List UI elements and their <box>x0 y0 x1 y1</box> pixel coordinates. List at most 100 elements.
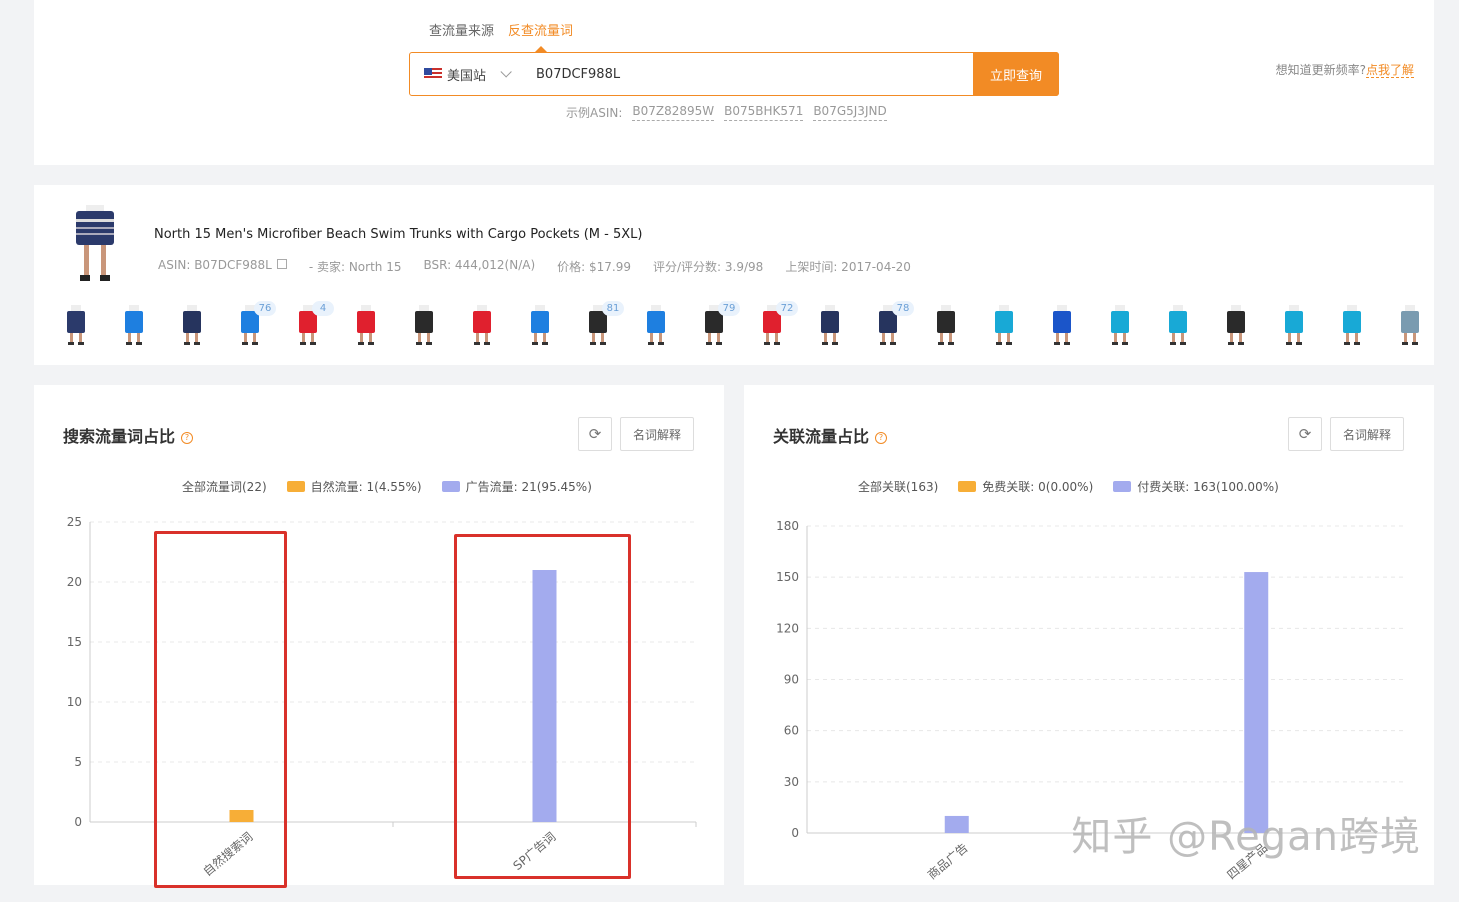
refresh-button[interactable]: ⟳ <box>1288 417 1322 451</box>
variant-thumbnail[interactable]: 81 <box>584 301 624 347</box>
relation-chart-title: 关联流量占比 <box>773 427 870 446</box>
update-frequency-hint: 想知道更新频率?点我了解 <box>1276 61 1414 78</box>
variant-thumbnail[interactable]: 72 <box>758 301 798 347</box>
variant-thumbnail[interactable] <box>990 305 1018 347</box>
variant-thumbnail[interactable] <box>1106 305 1134 347</box>
legend-swatch <box>1113 481 1132 492</box>
variant-thumbnail[interactable] <box>468 305 496 347</box>
y-tick-label: 30 <box>784 775 799 789</box>
variant-thumbnail[interactable] <box>1164 305 1192 347</box>
legend-label: 免费关联: 0(0.00%) <box>982 480 1094 494</box>
variant-badge: 4 <box>312 301 334 316</box>
listed-date-meta: 上架时间: 2017-04-20 <box>785 260 911 274</box>
variant-thumbnail[interactable]: 76 <box>236 301 276 347</box>
variant-thumbnail[interactable] <box>642 305 670 347</box>
variant-badge: 79 <box>718 301 740 316</box>
chevron-down-icon <box>500 66 512 78</box>
refresh-button[interactable]: ⟳ <box>578 417 612 451</box>
legend-organic[interactable]: 自然流量: 1(4.55%) <box>286 478 422 495</box>
variant-thumbnail[interactable]: 4 <box>294 301 334 347</box>
variant-thumbnail[interactable] <box>1396 305 1424 347</box>
relation-chart-title-wrap: 关联流量占比? <box>773 423 888 447</box>
variant-thumbnail[interactable] <box>1048 305 1076 347</box>
legend-label: 付费关联: 163(100.00%) <box>1137 480 1279 494</box>
variant-badge: 76 <box>254 301 276 316</box>
y-tick-label: 0 <box>791 826 799 840</box>
legend-label: 广告流量: 21(95.45%) <box>465 480 592 494</box>
help-icon[interactable]: ? <box>875 432 888 444</box>
variant-strip: 76 4 81 79 72 78 <box>62 298 1434 350</box>
y-tick-label: 120 <box>776 621 799 635</box>
variant-thumbnail[interactable] <box>120 305 148 347</box>
variant-thumbnail[interactable] <box>1280 305 1308 347</box>
site-select[interactable]: 美国站 <box>410 65 536 84</box>
variant-thumbnail[interactable] <box>178 305 206 347</box>
y-tick-label: 10 <box>67 695 82 709</box>
keyword-chart-title: 搜索流量词占比 <box>63 427 176 446</box>
y-tick-label: 150 <box>776 570 799 584</box>
tab-reverse-keywords[interactable]: 反查流量词 <box>508 20 573 52</box>
legend-paid[interactable]: 付费关联: 163(100.00%) <box>1113 478 1279 495</box>
seller-meta: - 卖家: North 15 <box>308 260 402 274</box>
variant-badge: 78 <box>892 301 914 316</box>
y-tick-label: 0 <box>74 815 82 829</box>
variant-thumbnail[interactable] <box>932 305 960 347</box>
product-image <box>76 205 114 281</box>
keyword-legend: 全部流量词(22) 自然流量: 1(4.55%) 广告流量: 21(95.45%… <box>182 478 592 495</box>
bar <box>944 815 969 833</box>
legend-all-relations[interactable]: 全部关联(163) <box>858 478 938 495</box>
legend-free[interactable]: 免费关联: 0(0.00%) <box>958 478 1093 495</box>
glossary-button[interactable]: 名词解释 <box>1330 417 1404 451</box>
variant-thumbnail[interactable] <box>1222 305 1250 347</box>
variant-thumbnail[interactable] <box>62 305 90 347</box>
legend-all-keywords[interactable]: 全部流量词(22) <box>182 478 267 495</box>
highlight-box <box>154 531 287 888</box>
y-tick-label: 15 <box>67 635 82 649</box>
rating-meta: 评分/评分数: 3.9/98 <box>653 260 764 274</box>
variant-badge: 81 <box>602 301 624 316</box>
refresh-icon: ⟳ <box>588 425 602 443</box>
asin-search-input[interactable] <box>536 65 973 83</box>
query-button[interactable]: 立即查询 <box>973 52 1059 96</box>
watermark: 知乎 @Regan跨境 <box>1071 814 1421 860</box>
product-title: North 15 Men's Microfiber Beach Swim Tru… <box>154 227 643 242</box>
x-category-label: 商品广告 <box>924 840 970 882</box>
asin-value: ASIN: B07DCF988L <box>158 258 272 272</box>
search-bar: 美国站 立即查询 <box>409 52 1059 96</box>
us-flag-icon <box>424 68 442 80</box>
variant-thumbnail[interactable] <box>352 305 380 347</box>
update-frequency-link[interactable]: 点我了解 <box>1365 63 1414 78</box>
legend-swatch <box>441 481 460 492</box>
variant-thumbnail[interactable] <box>1338 305 1366 347</box>
variant-thumbnail[interactable]: 79 <box>700 301 740 347</box>
product-meta: ASIN: B07DCF988L - 卖家: North 15 BSR: 444… <box>158 258 911 275</box>
variant-thumbnail[interactable]: 78 <box>874 301 914 347</box>
help-icon[interactable]: ? <box>181 432 194 444</box>
y-tick-label: 20 <box>67 575 82 589</box>
update-hint-text: 想知道更新频率? <box>1275 63 1366 77</box>
y-tick-label: 60 <box>784 724 799 738</box>
keyword-traffic-panel: 搜索流量词占比? ⟳ 名词解释 全部流量词(22) 自然流量: 1(4.55%)… <box>34 385 724 888</box>
y-tick-label: 5 <box>74 755 82 769</box>
glossary-button[interactable]: 名词解释 <box>620 417 694 451</box>
external-link-icon[interactable] <box>276 259 287 269</box>
variant-badge: 72 <box>776 301 798 316</box>
y-tick-label: 25 <box>67 515 82 529</box>
bsr-meta: BSR: 444,012(N/A) <box>423 258 536 272</box>
keyword-chart-title-wrap: 搜索流量词占比? <box>63 423 194 447</box>
highlight-box <box>454 534 631 879</box>
example-asin-link[interactable]: B07G5J3JND <box>813 104 887 121</box>
legend-label: 自然流量: 1(4.55%) <box>310 480 422 494</box>
product-info-panel: North 15 Men's Microfiber Beach Swim Tru… <box>34 185 1434 365</box>
example-asin-link[interactable]: B07Z82895W <box>632 104 715 121</box>
y-tick-label: 90 <box>784 673 799 687</box>
tab-traffic-source[interactable]: 查流量来源 <box>429 20 494 45</box>
variant-thumbnail[interactable] <box>410 305 438 347</box>
price-meta: 价格: $17.99 <box>557 260 632 274</box>
variant-thumbnail[interactable] <box>526 305 554 347</box>
search-tabs: 查流量来源 反查流量词 <box>429 20 573 52</box>
variant-thumbnail[interactable] <box>816 305 844 347</box>
asin-meta: ASIN: B07DCF988L <box>158 258 287 275</box>
example-asin-link[interactable]: B075BHK571 <box>724 104 804 121</box>
legend-ads[interactable]: 广告流量: 21(95.45%) <box>441 478 592 495</box>
